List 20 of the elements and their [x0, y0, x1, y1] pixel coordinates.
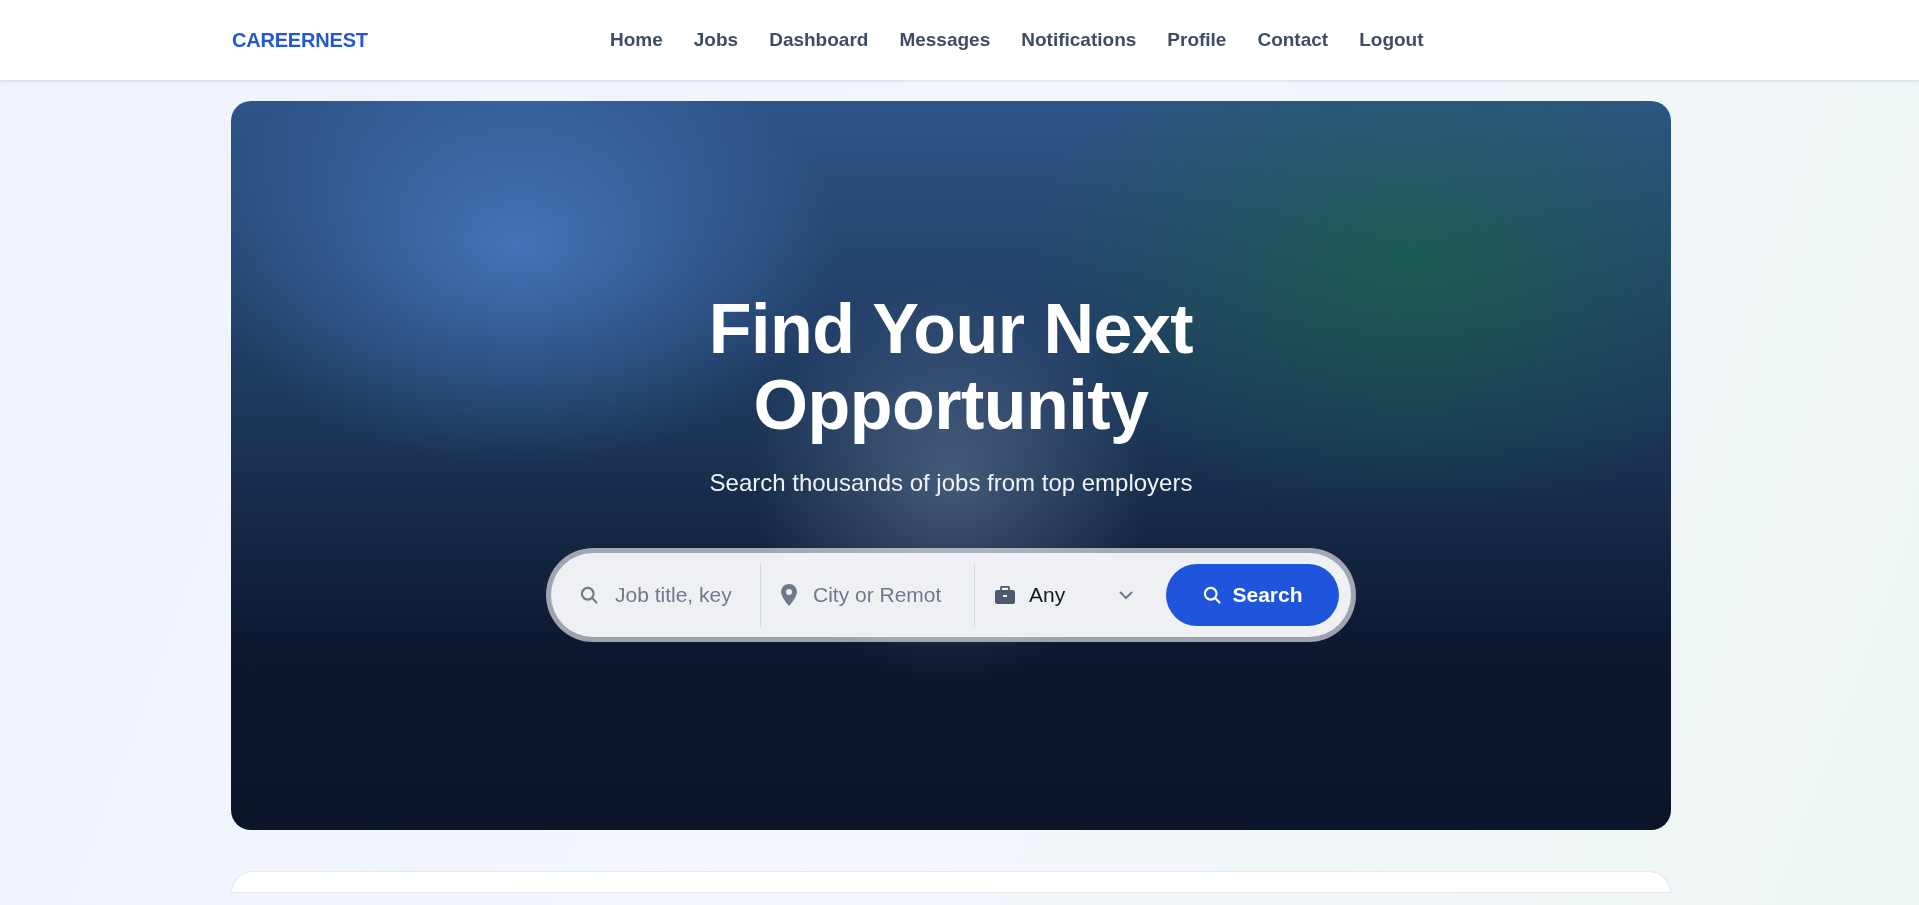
nav-link[interactable]: Home: [610, 29, 663, 51]
search-icon: [579, 585, 599, 605]
nav-link[interactable]: Profile: [1167, 29, 1227, 51]
job-type-dropdown[interactable]: Any: [975, 563, 1153, 627]
nav-link[interactable]: Notifications: [1021, 29, 1137, 51]
keyword-field[interactable]: Job title, key: [613, 582, 740, 608]
chevron-down-icon: [1119, 590, 1133, 600]
hero-subtitle: Search thousands of jobs from top employers: [709, 469, 1193, 497]
nav-link[interactable]: Contact: [1257, 29, 1329, 51]
nav-link[interactable]: Dashboard: [769, 29, 869, 51]
search-button[interactable]: Search: [1166, 564, 1339, 626]
nav-link[interactable]: Logout: [1359, 29, 1424, 51]
location-field[interactable]: City or Remot: [811, 582, 954, 608]
logo[interactable]: CAREERNEST: [232, 28, 610, 52]
location-pin-icon: [781, 584, 797, 606]
search-icon: [1202, 585, 1223, 605]
hero-title: Find Your Next Opportunity: [708, 291, 1194, 443]
nav-link[interactable]: Jobs: [693, 29, 739, 51]
nav-link[interactable]: Messages: [899, 29, 991, 51]
briefcase-icon: [995, 586, 1015, 604]
